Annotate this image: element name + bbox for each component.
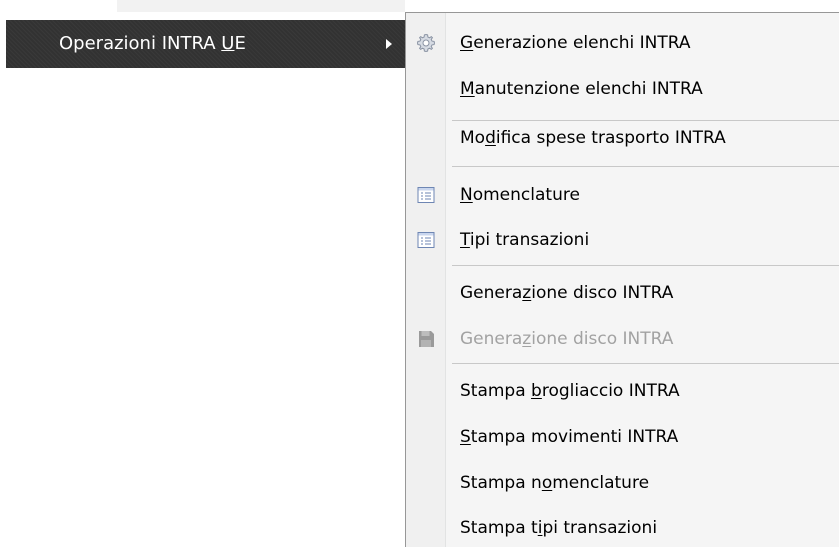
menu-item-stampa-movimenti-intra[interactable]: Stampa movimenti INTRA <box>406 415 839 461</box>
menu-item-stampa-brogliaccio-intra[interactable]: Stampa brogliaccio INTRA <box>406 369 839 415</box>
menu-item-generazione-elenchi-intra[interactable]: Generazione elenchi INTRA <box>406 21 839 67</box>
list-icon <box>416 230 436 250</box>
menu-item-label: Nomenclature <box>460 185 580 205</box>
menu-item-label: Stampa tipi transazioni <box>460 518 658 538</box>
menu-item-stampa-tipi-transazioni[interactable]: Stampa tipi transazioni <box>406 506 839 552</box>
menu-item-label: Stampa nomenclature <box>460 473 650 493</box>
menu-item-label: Generazione elenchi INTRA <box>460 33 691 53</box>
menu-item-operazioni-intra-ue[interactable]: Operazioni INTRA UE <box>6 20 405 68</box>
menu-item-label: Generazione disco INTRA <box>460 283 674 303</box>
menu-item-label: Tipi transazioni <box>460 230 590 250</box>
menu-item-generazione-disco-intra-disabled: Generazione disco INTRA <box>406 317 839 363</box>
menu-item-stampa-nomenclature[interactable]: Stampa nomenclature <box>406 461 839 507</box>
menu-item-label: Operazioni INTRA UE <box>59 33 246 54</box>
menu-item-label: Stampa movimenti INTRA <box>460 427 679 447</box>
list-icon <box>416 185 436 205</box>
menu-item-label: Generazione disco INTRA <box>460 329 674 349</box>
menu-item-modifica-spese-trasporto-intra[interactable]: Modifica spese trasporto INTRA <box>406 116 839 162</box>
menu-item-nomenclature[interactable]: Nomenclature <box>406 173 839 219</box>
menu-item-tipi-transazioni[interactable]: Tipi transazioni <box>406 218 839 264</box>
parent-menu: Operazioni INTRA UE <box>0 0 405 547</box>
menu-separator <box>452 363 839 364</box>
menu-separator <box>452 166 839 167</box>
menu-item-manutenzione-elenchi-intra[interactable]: Manutenzione elenchi INTRA <box>406 67 839 113</box>
menu-item-generazione-disco-intra[interactable]: Generazione disco INTRA <box>406 271 839 317</box>
menu-item-label: Manutenzione elenchi INTRA <box>460 79 703 99</box>
gear-icon <box>416 33 436 53</box>
menu-separator <box>452 265 839 266</box>
menu-top-edge <box>117 0 405 12</box>
submenu-operazioni-intra: Generazione elenchi INTRA Manutenzione e… <box>405 12 839 547</box>
menu-item-label: Stampa brogliaccio INTRA <box>460 381 680 401</box>
menu-item-label: Modifica spese trasporto INTRA <box>460 128 726 148</box>
submenu-arrow-icon <box>386 39 392 49</box>
floppy-disk-icon <box>416 329 436 349</box>
